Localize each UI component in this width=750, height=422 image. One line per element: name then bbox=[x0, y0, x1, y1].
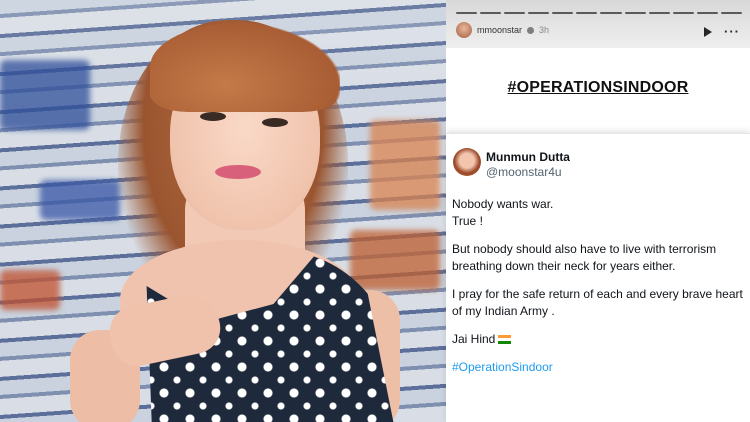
story-progress-segment bbox=[600, 12, 622, 14]
story-title-hashtag: #OPERATIONSINDOOR bbox=[507, 79, 689, 96]
story-progress-segment bbox=[696, 12, 718, 14]
story-progress-segment bbox=[576, 12, 598, 14]
story-panel: mmoonstar 3h ··· #OPERATIONSINDOOR Munmu… bbox=[446, 0, 750, 422]
tweet-card: Munmun Dutta @moonstar4u Nobody wants wa… bbox=[446, 133, 750, 422]
india-flag-icon bbox=[498, 335, 512, 344]
portrait-photo bbox=[0, 0, 446, 422]
story-progress-segment bbox=[456, 12, 478, 14]
story-avatar[interactable] bbox=[456, 22, 472, 38]
story-header-bar: mmoonstar 3h ··· bbox=[446, 0, 750, 48]
tweet-line: Nobody wants war. bbox=[452, 197, 554, 211]
tweet-paragraph: Jai Hind bbox=[452, 332, 496, 346]
story-progress-bar bbox=[456, 12, 742, 14]
tweet-paragraph: I pray for the safe return of each and e… bbox=[452, 287, 743, 318]
tweet-display-name[interactable]: Munmun Dutta bbox=[486, 150, 570, 164]
avatar[interactable] bbox=[453, 148, 481, 176]
tweet-hashtag-link[interactable]: #OperationSindoor bbox=[452, 359, 748, 376]
more-icon[interactable]: ··· bbox=[724, 25, 740, 38]
story-progress-segment bbox=[648, 12, 670, 14]
story-username[interactable]: mmoonstar bbox=[477, 25, 522, 35]
tweet-paragraph: But nobody should also have to live with… bbox=[452, 242, 717, 273]
story-progress-segment bbox=[480, 12, 502, 14]
story-progress-segment bbox=[672, 12, 694, 14]
tweet-body: Nobody wants war. True ! But nobody shou… bbox=[452, 196, 748, 387]
play-icon[interactable] bbox=[704, 27, 712, 37]
story-progress-segment bbox=[528, 12, 550, 14]
story-progress-segment bbox=[504, 12, 526, 14]
story-progress-segment bbox=[720, 12, 742, 14]
verified-icon bbox=[527, 26, 535, 34]
story-progress-segment bbox=[624, 12, 646, 14]
story-header: mmoonstar 3h bbox=[456, 22, 549, 38]
story-progress-segment bbox=[552, 12, 574, 14]
tweet-line: True ! bbox=[452, 214, 483, 228]
tweet-handle[interactable]: @moonstar4u bbox=[486, 165, 562, 179]
story-time: 3h bbox=[539, 25, 550, 35]
